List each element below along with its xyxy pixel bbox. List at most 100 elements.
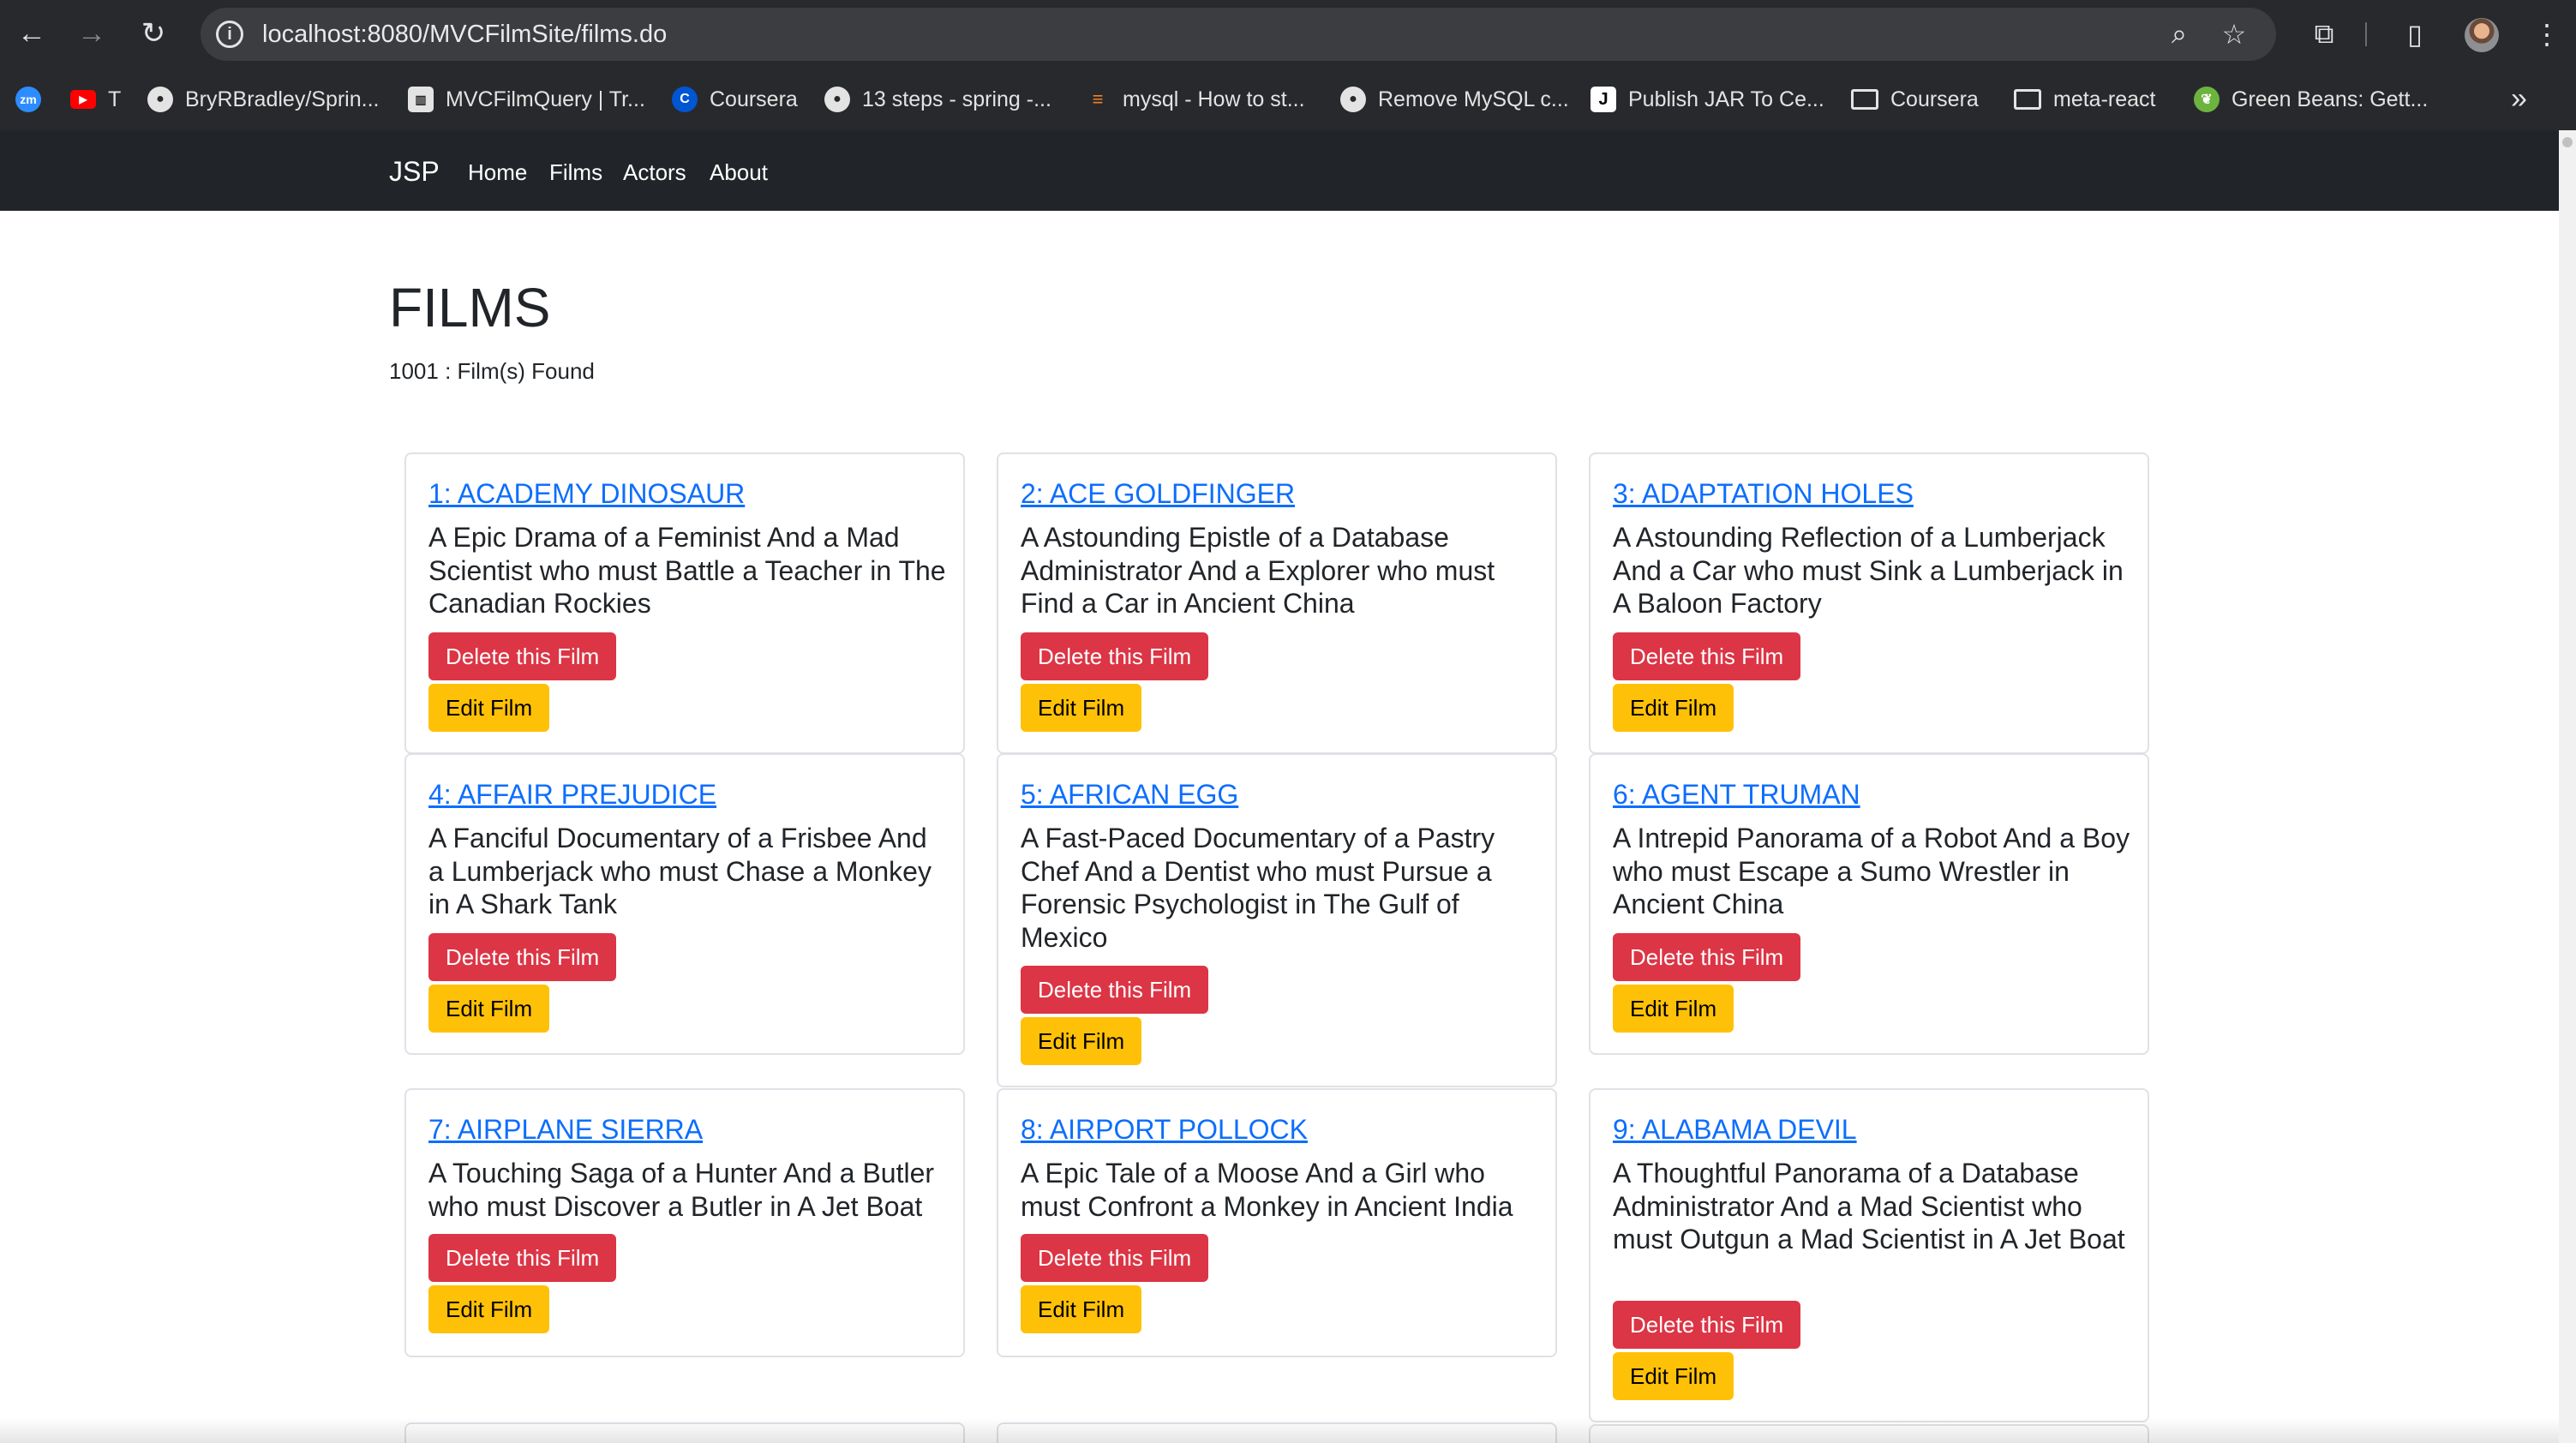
bookmark-label: Green Beans: Gett... xyxy=(2232,87,2429,111)
bookmark-label: Coursera xyxy=(710,87,798,111)
film-card: 3: ADAPTATION HOLES A Astounding Reflect… xyxy=(1589,452,2149,754)
delete-film-button[interactable]: Delete this Film xyxy=(1613,1301,1801,1349)
page-scrollbar[interactable] xyxy=(2559,130,2576,1443)
bookmark-publish-jar[interactable]: J Publish JAR To Ce... xyxy=(1591,86,1824,113)
github-icon: ● xyxy=(824,87,850,112)
bookmarks-overflow-icon[interactable]: » xyxy=(2511,82,2527,116)
stackoverflow-icon: ≡ xyxy=(1092,88,1104,110)
navbar-brand[interactable]: JSP xyxy=(389,156,440,188)
bookmark-folder-coursera[interactable]: Coursera xyxy=(1851,86,1979,113)
film-description: A Intrepid Panorama of a Robot And a Boy… xyxy=(1613,823,2130,919)
bookmark-folder-meta-react[interactable]: meta-react xyxy=(2014,86,2155,113)
youtube-icon: ▶ xyxy=(70,90,96,109)
reload-icon[interactable]: ↻ xyxy=(134,14,173,53)
film-count: 1001 : Film(s) Found xyxy=(389,358,595,384)
edit-film-button[interactable]: Edit Film xyxy=(1021,1017,1142,1065)
bookmark-label: 13 steps - spring -... xyxy=(862,87,1051,111)
delete-film-button[interactable]: Delete this Film xyxy=(1021,1234,1209,1282)
bookmark-zoom[interactable]: zm xyxy=(15,86,53,113)
nav-link-films[interactable]: Films xyxy=(549,159,602,186)
side-panel-icon[interactable]: ▯ xyxy=(2396,15,2434,53)
edit-film-button[interactable]: Edit Film xyxy=(1613,985,1734,1033)
forward-icon[interactable]: → xyxy=(72,14,111,53)
bookmark-label: Publish JAR To Ce... xyxy=(1628,87,1824,111)
edit-film-button[interactable]: Edit Film xyxy=(428,1285,550,1333)
page-title: FILMS xyxy=(389,277,551,338)
bookmark-github-mysql[interactable]: ● Remove MySQL c... xyxy=(1340,86,1569,113)
zoom-app-icon: zm xyxy=(15,87,41,112)
film-card: 9: ALABAMA DEVIL A Thoughtful Panorama o… xyxy=(1589,1088,2149,1422)
film-title-link[interactable]: 2: ACE GOLDFINGER xyxy=(1021,478,1295,510)
delete-film-button[interactable]: Delete this Film xyxy=(1021,632,1209,680)
film-description: A Touching Saga of a Hunter And a Butler… xyxy=(428,1158,935,1222)
film-card: 8: AIRPORT POLLOCK A Epic Tale of a Moos… xyxy=(997,1088,1557,1357)
delete-film-button[interactable]: Delete this Film xyxy=(428,933,617,981)
github-icon: ● xyxy=(1340,87,1366,112)
address-bar[interactable]: i localhost:8080/MVCFilmSite/films.do ⌕ … xyxy=(201,8,2276,61)
film-description: A Epic Drama of a Feminist And a Mad Sci… xyxy=(428,522,946,619)
film-title-link[interactable]: 1: ACADEMY DINOSAUR xyxy=(428,478,745,510)
browser-toolbar: ← → ↻ i localhost:8080/MVCFilmSite/films… xyxy=(0,0,2576,67)
delete-film-button[interactable]: Delete this Film xyxy=(1613,632,1801,680)
back-icon[interactable]: ← xyxy=(12,14,51,53)
edit-film-button[interactable]: Edit Film xyxy=(428,985,550,1033)
film-card: 6: AGENT TRUMAN A Intrepid Panorama of a… xyxy=(1589,753,2149,1055)
bookmark-green-beans[interactable]: ❦ Green Beans: Gett... xyxy=(2194,86,2428,113)
toolbar-divider xyxy=(2365,22,2367,46)
bookmark-label: Coursera xyxy=(1890,87,1979,111)
film-description: A Thoughtful Panorama of a Database Admi… xyxy=(1613,1158,2125,1254)
film-card: 4: AFFAIR PREJUDICE A Fanciful Documenta… xyxy=(404,753,965,1055)
delete-film-button[interactable]: Delete this Film xyxy=(428,1234,617,1282)
edit-film-button[interactable]: Edit Film xyxy=(1613,1352,1734,1400)
profile-avatar[interactable] xyxy=(2465,18,2499,52)
film-title-link[interactable]: 5: AFRICAN EGG xyxy=(1021,779,1238,811)
bookmark-youtube[interactable]: ▶ T xyxy=(70,86,121,113)
film-description: A Astounding Reflection of a Lumberjack … xyxy=(1613,522,2124,619)
edit-film-button[interactable]: Edit Film xyxy=(1021,684,1142,732)
browser-menu-icon[interactable]: ⋮ xyxy=(2528,15,2566,53)
bookmark-label: BryRBradley/Sprin... xyxy=(185,87,380,111)
nav-link-about[interactable]: About xyxy=(710,159,768,186)
film-card: 2: ACE GOLDFINGER A Astounding Epistle o… xyxy=(997,452,1557,754)
bookmark-label: T xyxy=(108,87,122,111)
film-title-link[interactable]: 7: AIRPLANE SIERRA xyxy=(428,1114,703,1146)
film-title-link[interactable]: 3: ADAPTATION HOLES xyxy=(1613,478,1914,510)
film-title-link[interactable]: 8: AIRPORT POLLOCK xyxy=(1021,1114,1308,1146)
bookmark-star-icon[interactable]: ☆ xyxy=(2218,18,2250,51)
edit-film-button[interactable]: Edit Film xyxy=(1613,684,1734,732)
delete-film-button[interactable]: Delete this Film xyxy=(1613,933,1801,981)
zoom-icon[interactable]: ⌕ xyxy=(2163,18,2196,51)
bookmark-github-spring[interactable]: ● 13 steps - spring -... xyxy=(824,86,1051,113)
film-title-link[interactable]: 4: AFFAIR PREJUDICE xyxy=(428,779,716,811)
bookmark-github-sprin[interactable]: ● BryRBradley/Sprin... xyxy=(147,86,379,113)
delete-film-button[interactable]: Delete this Film xyxy=(1021,966,1209,1014)
scroll-shadow xyxy=(0,1417,2559,1443)
bookmark-coursera[interactable]: C Coursera xyxy=(672,86,798,113)
site-info-icon[interactable]: i xyxy=(216,21,243,48)
delete-film-button[interactable]: Delete this Film xyxy=(428,632,617,680)
bookmarks-bar: zm ▶ T ● BryRBradley/Sprin... ▥ MVCFilmQ… xyxy=(0,67,2576,130)
folder-icon xyxy=(2014,89,2041,110)
site-navbar: JSP Home Films Actors About xyxy=(0,130,2559,211)
scrollbar-thumb[interactable] xyxy=(2562,137,2573,147)
film-title-link[interactable]: 9: ALABAMA DEVIL xyxy=(1613,1114,1857,1146)
nav-link-home[interactable]: Home xyxy=(468,159,527,186)
bookmark-label: mysql - How to st... xyxy=(1123,87,1305,111)
extensions-icon[interactable]: ⧉ xyxy=(2305,15,2343,53)
github-icon: ● xyxy=(147,87,173,112)
film-card: 1: ACADEMY DINOSAUR A Epic Drama of a Fe… xyxy=(404,452,965,754)
film-title-link[interactable]: 6: AGENT TRUMAN xyxy=(1613,779,1860,811)
film-description: A Fanciful Documentary of a Frisbee And … xyxy=(428,823,932,919)
bookmark-stackoverflow[interactable]: ≡ mysql - How to st... xyxy=(1085,86,1305,113)
nav-link-actors[interactable]: Actors xyxy=(623,159,686,186)
film-description: A Epic Tale of a Moose And a Girl who mu… xyxy=(1021,1158,1513,1222)
folder-icon xyxy=(1851,89,1878,110)
j-icon: J xyxy=(1591,87,1616,112)
film-description: A Astounding Epistle of a Database Admin… xyxy=(1021,522,1495,619)
edit-film-button[interactable]: Edit Film xyxy=(1021,1285,1142,1333)
bookmark-label: MVCFilmQuery | Tr... xyxy=(446,87,645,111)
url-text[interactable]: localhost:8080/MVCFilmSite/films.do xyxy=(262,21,667,49)
edit-film-button[interactable]: Edit Film xyxy=(428,684,550,732)
coursera-icon: C xyxy=(672,87,698,112)
bookmark-trello[interactable]: ▥ MVCFilmQuery | Tr... xyxy=(408,86,645,113)
